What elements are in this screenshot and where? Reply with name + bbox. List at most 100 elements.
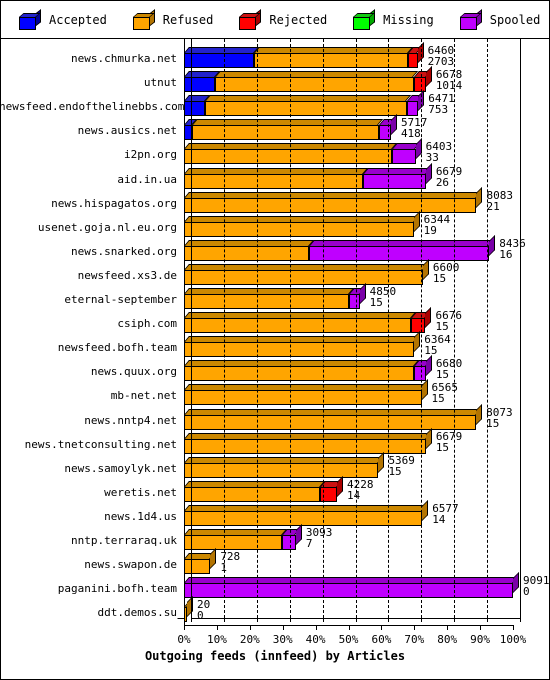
bar-segment-top-face	[184, 288, 355, 294]
bar-value-label: 6344 19	[424, 214, 451, 236]
bar-segment-accepted	[184, 71, 221, 93]
bar-segment-refused	[184, 186, 483, 213]
bar-segment-refused	[184, 312, 417, 334]
bar-value-label: 6471 753	[428, 93, 455, 115]
legend-item-refused: Refused	[132, 8, 214, 30]
bar-value-secondary: 19	[423, 223, 437, 237]
bar-value-total: 8083	[486, 188, 513, 202]
bar-row: 6678 1014	[1, 66, 549, 95]
bar-value-label: 4850 15	[370, 286, 397, 308]
bar-segment-refused	[184, 143, 398, 165]
bar-row: 4850 15	[1, 283, 549, 312]
gridline	[487, 39, 489, 619]
bar-value-label: 6679 15	[436, 431, 463, 453]
bar-segment-spooled	[362, 162, 432, 189]
x-axis-tick	[282, 625, 284, 631]
chart-container: Accepted Refused Rejected Missing Spooled ne…	[0, 0, 550, 680]
bar-segment-refused	[184, 360, 419, 382]
legend-label: Spooled	[489, 12, 541, 27]
bar-segment-refused	[184, 288, 355, 309]
bar-segment-side-face	[186, 596, 193, 618]
bar-value-label: 8073 15	[486, 407, 513, 429]
bar-value-total: 6679	[435, 429, 463, 443]
bar-row: 6565 15	[1, 379, 549, 408]
bar-segment-refused	[184, 210, 420, 237]
bar-segment-top-face	[184, 191, 482, 198]
bar-segment-top-face	[184, 239, 315, 246]
bar-value-label: 6460 2703	[428, 45, 455, 67]
x-axis-title: Outgoing feeds (innfeed) by Articles	[144, 649, 406, 664]
bar-row: 6577 14	[1, 499, 549, 529]
bar-value-secondary: 753	[428, 103, 449, 117]
x-axis-tick	[348, 625, 350, 631]
legend-swatch-accepted-icon	[19, 8, 41, 30]
bar-value-label: 6600 15	[433, 262, 460, 284]
legend-item-spooled: Spooled	[459, 8, 541, 30]
bar-value-secondary: 0	[196, 609, 204, 623]
bar-value-secondary: 16	[499, 247, 513, 261]
bar-segment-side-face	[378, 451, 385, 473]
bar-segment-top-face	[205, 95, 412, 102]
bar-row: 6344 19	[1, 210, 549, 240]
bar-value-secondary: 21	[486, 199, 500, 213]
bar-segment-top-face	[184, 577, 519, 584]
legend-label: Missing	[383, 12, 434, 27]
bar-value-secondary: 7	[305, 537, 313, 550]
bar-row: 8083 21	[1, 186, 549, 216]
gridline	[322, 39, 324, 619]
bar-row: 3093 7	[1, 524, 549, 553]
legend-label: Rejected	[269, 12, 328, 27]
bar-segment-spooled	[413, 355, 432, 382]
bar-segment-accepted	[184, 95, 211, 117]
bar-segment-top-face	[184, 384, 427, 391]
plot-right-edge	[520, 39, 521, 619]
x-axis-tick-back	[191, 618, 192, 623]
bar-segment-side-face	[210, 548, 217, 570]
x-axis-tick-back	[454, 618, 456, 623]
bar-row: 6364 15	[1, 331, 549, 360]
bar-segment-top-face	[184, 143, 398, 150]
x-axis-tick-back	[487, 618, 489, 623]
x-axis-tick-back	[256, 618, 258, 623]
bar-value-label: 3093 7	[306, 527, 333, 549]
bar-segment-refused	[184, 331, 421, 358]
bar-segment-top-face	[184, 432, 431, 439]
bar-row: 6679 26	[1, 162, 549, 192]
legend-label: Refused	[162, 12, 214, 27]
bar-segment-spooled	[406, 90, 425, 117]
bar-segment-top-face	[184, 408, 482, 415]
bar-segment-refused	[184, 451, 385, 478]
bar-value-secondary: 33	[425, 151, 439, 165]
gridline	[355, 39, 357, 619]
legend-swatch-spooled-icon	[459, 8, 482, 30]
bar-segment-spooled	[392, 138, 422, 165]
bar-row: 6471 753	[1, 90, 549, 119]
bar-value-label: 8083 21	[486, 190, 513, 212]
bar-value-secondary: 418	[400, 127, 421, 141]
bar-value-label: 4228 14	[347, 479, 374, 501]
bar-value-label: 5717 418	[401, 117, 428, 139]
x-axis-tick	[315, 625, 317, 631]
bar-value-label: 6676 15	[435, 310, 462, 332]
chart-legend: Accepted Refused Rejected Missing Spooled	[1, 1, 549, 39]
x-axis-tick	[184, 625, 185, 631]
bar-segment-top-face	[309, 239, 495, 246]
x-axis-tick	[414, 625, 416, 631]
bar-segment-refused	[184, 379, 428, 406]
x-axis-tick-back	[223, 618, 225, 623]
plot-area: news.chmurka.net utnut newsfeed.endoftheli…	[0, 39, 550, 679]
bar-value-secondary: 15	[435, 368, 450, 382]
x-axis-tick-back	[322, 618, 324, 623]
x-axis-tick	[447, 625, 449, 631]
bar-row: 8073 15	[1, 403, 549, 433]
x-axis-tick-back	[289, 618, 291, 623]
bar-segment-refused	[184, 258, 429, 285]
bar-value-label: 6678 1014	[436, 69, 463, 91]
gridline	[421, 39, 423, 619]
bar-value-secondary: 0	[523, 585, 530, 599]
bar-segment-accepted	[184, 47, 260, 68]
bar-value-secondary: 15	[486, 416, 500, 430]
x-axis-tick	[216, 625, 218, 631]
x-axis-tick	[480, 625, 482, 631]
bar-row: 6460 2703	[1, 42, 549, 71]
